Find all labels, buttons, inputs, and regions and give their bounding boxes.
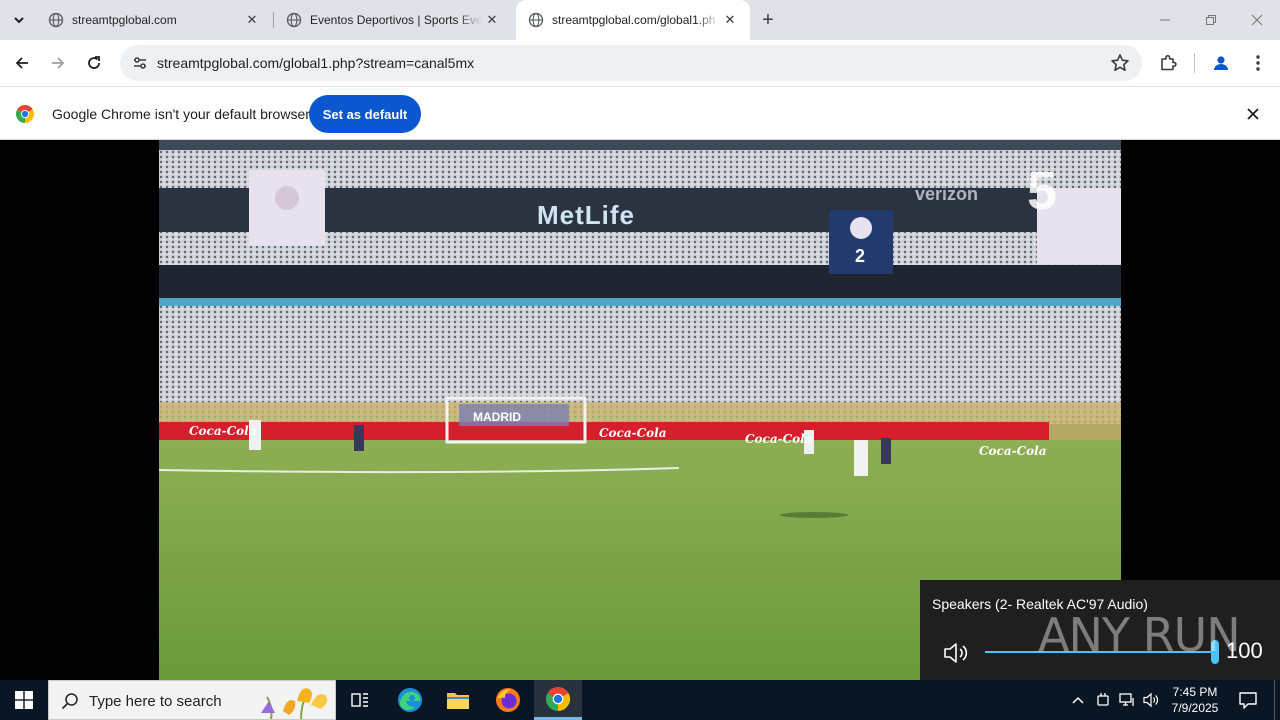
folder-icon (447, 693, 469, 709)
default-browser-infobar: Google Chrome isn't your default browser… (0, 86, 1280, 140)
reload-icon (88, 56, 100, 69)
action-center-button[interactable] (1236, 688, 1260, 712)
windows-logo-icon (15, 691, 33, 709)
chrome-taskbar-button[interactable] (534, 680, 582, 720)
edge-button[interactable] (386, 680, 434, 720)
madrid-banner: MADRID (473, 410, 521, 424)
profile-button[interactable] (1207, 49, 1235, 77)
minimize-button[interactable] (1142, 0, 1188, 40)
site-info-button[interactable] (128, 51, 152, 75)
reload-button[interactable] (78, 47, 110, 79)
close-tab-icon[interactable]: ✕ (242, 10, 262, 30)
coca-cola-board-4: Coca-Cola (979, 444, 1047, 458)
firefox-button[interactable] (484, 680, 532, 720)
address-bar[interactable]: streamtpglobal.com/global1.php?stream=ca… (120, 45, 1142, 81)
notification-icon (1239, 692, 1257, 709)
tab-2[interactable]: Eventos Deportivos | Sports Eve ✕ (274, 0, 512, 40)
tab-search-button[interactable] (6, 8, 32, 32)
show-hidden-icons-button[interactable] (1068, 690, 1088, 710)
chrome-icon (546, 686, 570, 711)
tab-1[interactable]: streamtpglobal.com ✕ (36, 0, 272, 40)
forward-button[interactable] (42, 47, 74, 79)
edge-icon (398, 688, 422, 712)
puzzle-icon (1161, 54, 1177, 71)
chevron-up-icon (1072, 696, 1084, 704)
tab-strip: streamtpglobal.com ✕ Eventos Deportivos … (0, 0, 1280, 40)
minimize-icon (1160, 19, 1170, 21)
coca-cola-board-3: Coca-Cola (745, 432, 813, 446)
taskbar-search-box[interactable]: Type here to search (48, 680, 336, 720)
volume-tray-button[interactable] (1141, 690, 1161, 710)
extensions-button[interactable] (1154, 49, 1182, 77)
clock-date: 7/9/2025 (1171, 701, 1219, 715)
tab-title: streamtpglobal.com (72, 13, 177, 27)
clock-time: 7:45 PM (1172, 685, 1218, 699)
speaker-icon (1143, 692, 1159, 708)
close-infobar-button[interactable] (1243, 104, 1263, 124)
restore-button[interactable] (1188, 0, 1234, 40)
device-tray-button[interactable] (1093, 690, 1113, 710)
bookmark-star-icon[interactable] (1110, 53, 1130, 73)
close-tab-icon[interactable]: ✕ (482, 10, 502, 30)
tab-3-active[interactable]: streamtpglobal.com/global1.ph ✕ (516, 0, 750, 40)
firefox-icon (496, 688, 520, 712)
verizon-banner: verizon (915, 184, 979, 204)
globe-icon (286, 12, 302, 28)
coca-cola-board-2: Coca-Cola (599, 426, 667, 440)
close-icon (1251, 14, 1263, 26)
menu-button[interactable] (1244, 49, 1272, 77)
speaker-icon[interactable] (942, 640, 970, 666)
screen: streamtpglobal.com ✕ Eventos Deportivos … (0, 0, 1280, 720)
tab-title: streamtpglobal.com/global1.ph (552, 13, 716, 27)
channel-5-logo: 5 (1027, 161, 1058, 221)
taskbar: Type here to search 7:45 PM 7/9/2025 (0, 680, 1280, 720)
search-icon (61, 693, 78, 710)
close-tab-icon[interactable]: ✕ (720, 10, 740, 30)
browser-toolbar: streamtpglobal.com/global1.php?stream=ca… (0, 40, 1280, 86)
search-placeholder: Type here to search (89, 693, 222, 710)
globe-icon (48, 12, 64, 28)
task-view-icon (351, 693, 368, 707)
show-desktop-button[interactable] (1274, 680, 1280, 720)
arrow-left-icon (15, 57, 28, 69)
chrome-logo-icon (16, 105, 34, 123)
tune-icon (134, 57, 146, 69)
avatar-icon (1214, 56, 1228, 70)
taskbar-clock[interactable]: 7:45 PM 7/9/2025 (1162, 684, 1228, 716)
close-icon (1247, 108, 1259, 120)
anyrun-watermark: ANY RUN (1038, 608, 1241, 662)
globe-icon (528, 12, 544, 28)
network-icon (1119, 693, 1134, 706)
kebab-menu-icon (1256, 55, 1260, 71)
coca-cola-board-1: Coca-Cola (189, 424, 257, 438)
metlife-banner: MetLife (537, 200, 635, 230)
restore-icon (1206, 15, 1216, 25)
volume-flyout: Speakers (2- Realtek AC'97 Audio) ANY RU… (920, 580, 1280, 680)
task-view-button[interactable] (336, 680, 384, 720)
tab-title: Eventos Deportivos | Sports Eve (310, 13, 482, 27)
start-button[interactable] (0, 680, 48, 720)
infobar-message: Google Chrome isn't your default browser (52, 106, 310, 122)
back-button[interactable] (6, 47, 38, 79)
chevron-down-icon (14, 17, 24, 24)
new-tab-button[interactable]: + (756, 8, 780, 32)
tulip-decoration-icon (261, 688, 328, 719)
arrow-right-icon (52, 57, 65, 69)
close-window-button[interactable] (1234, 0, 1280, 40)
volume-level: 100 (1226, 638, 1263, 663)
usb-device-icon (1097, 693, 1109, 706)
scoreboard-number: 2 (855, 246, 866, 266)
set-as-default-button[interactable]: Set as default (309, 95, 421, 133)
toolbar-divider (1194, 53, 1195, 73)
network-tray-button[interactable] (1117, 690, 1137, 710)
file-explorer-button[interactable] (434, 680, 482, 720)
url-text[interactable]: streamtpglobal.com/global1.php?stream=ca… (157, 55, 474, 71)
